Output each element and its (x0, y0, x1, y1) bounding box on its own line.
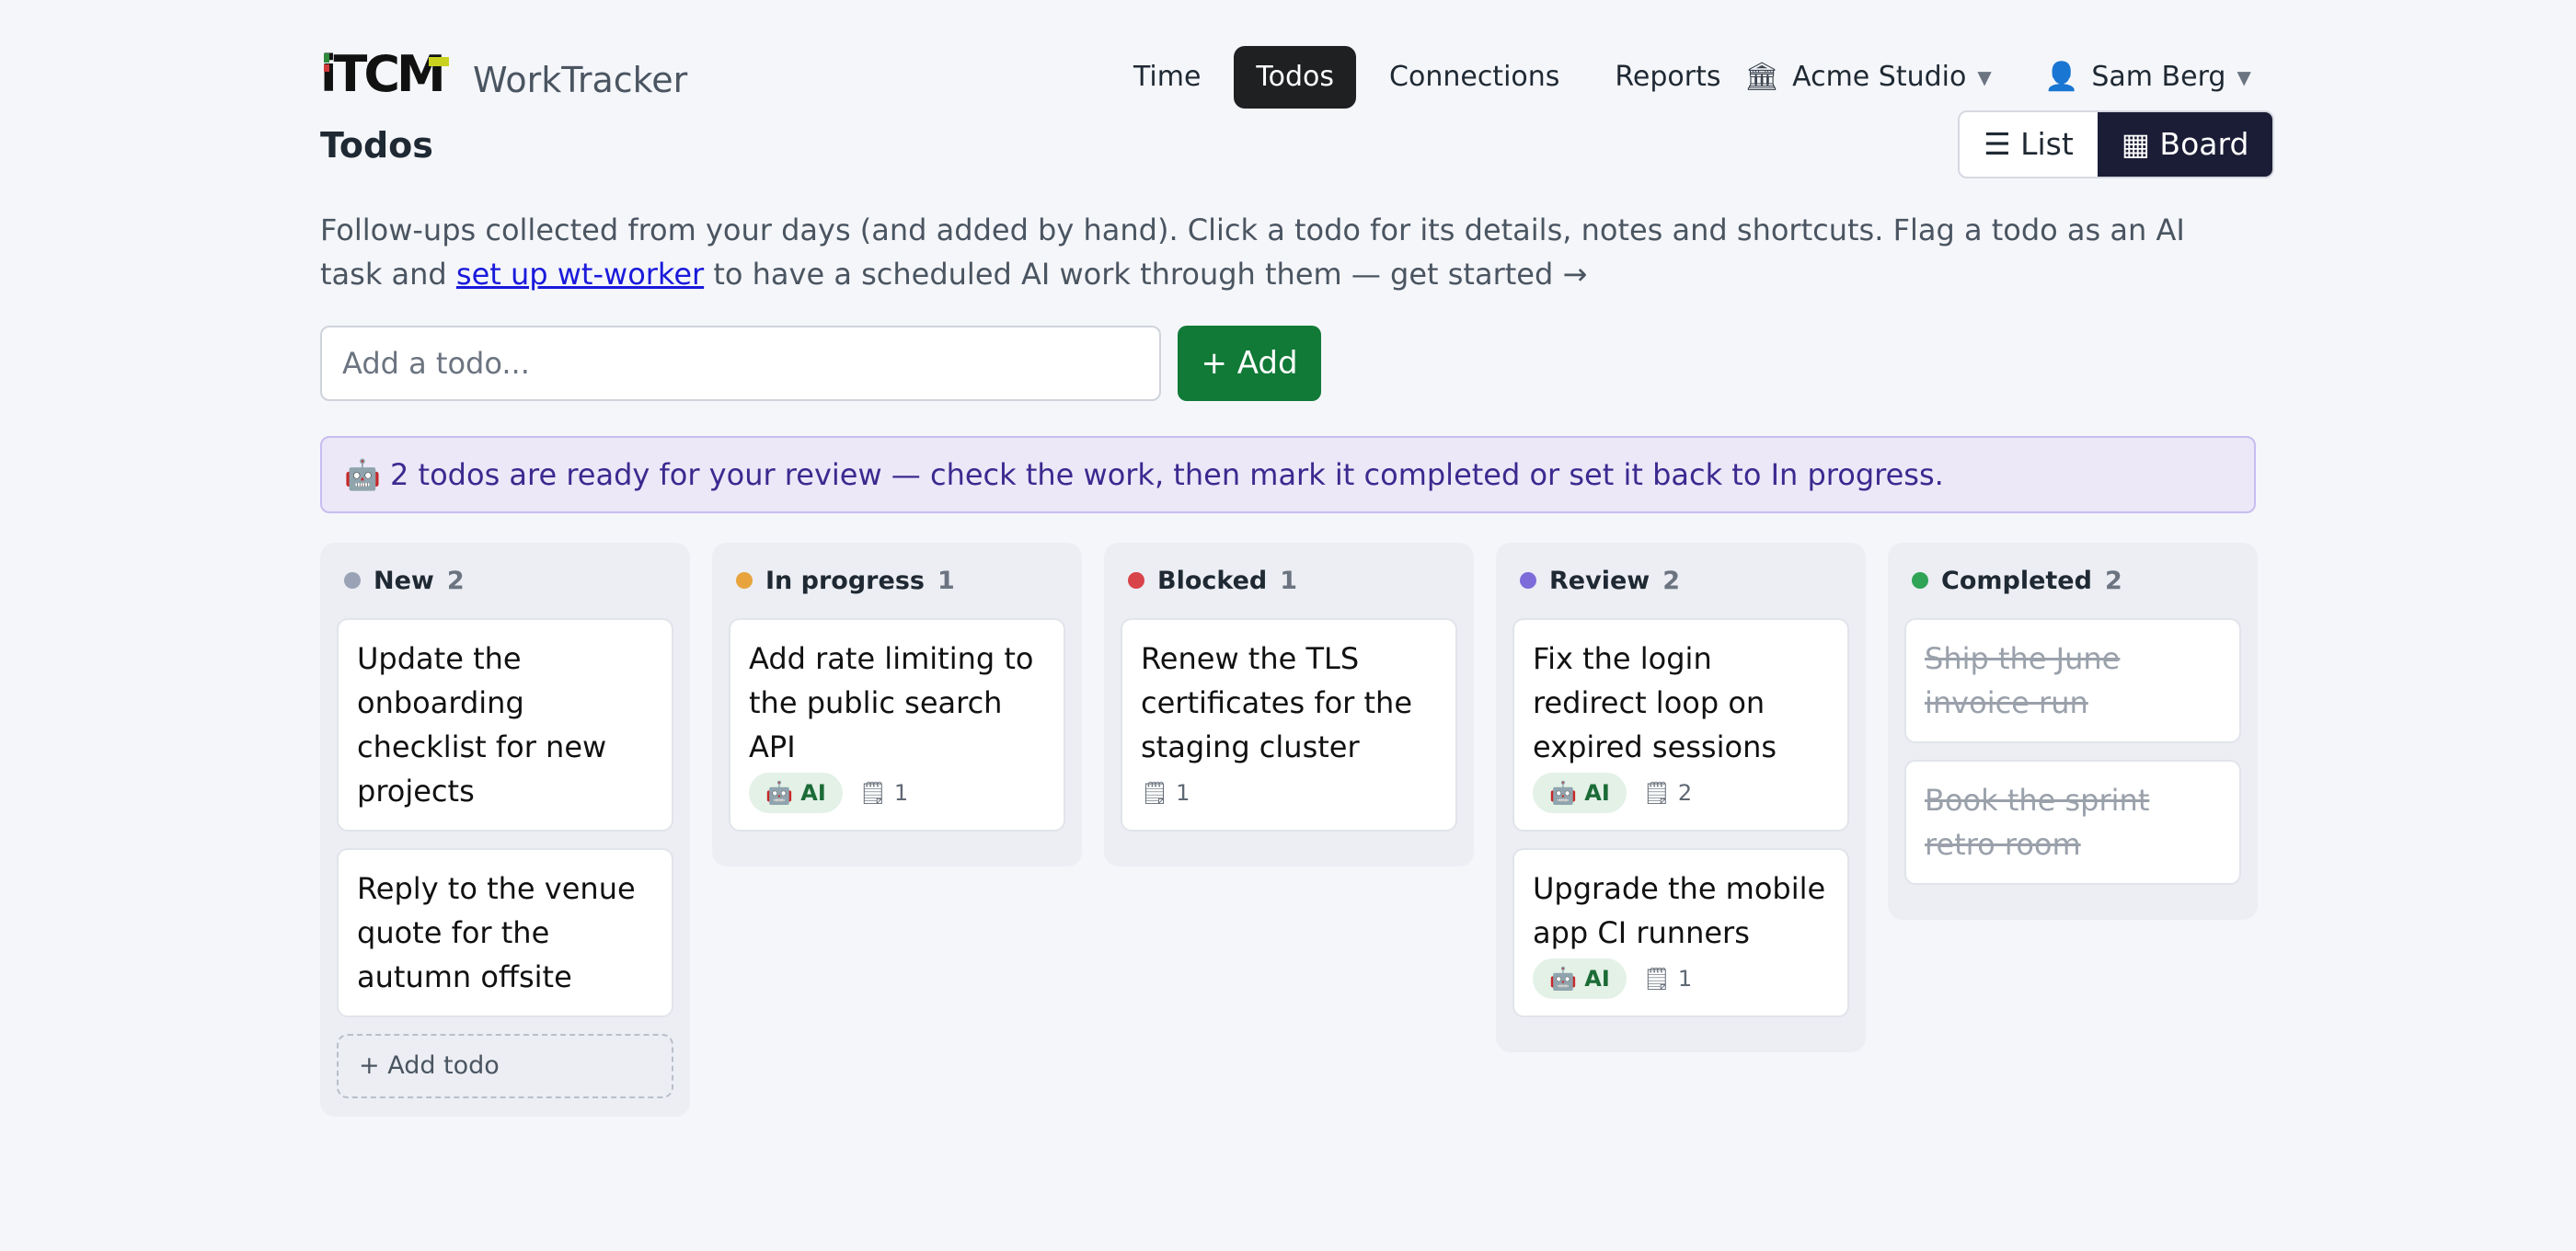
todo-title: Renew the TLS certificates for the stagi… (1141, 641, 1412, 764)
column-count: 2 (1662, 566, 1681, 595)
status-dot-icon (1520, 572, 1536, 589)
todo-title: Ship the June invoice run (1925, 641, 2121, 720)
notes-count: 🗒 1 (1141, 780, 1190, 806)
column-name: New (374, 566, 434, 595)
logo-text: iTCM (320, 45, 446, 103)
column-completed: Completed 2 Ship the June invoice run Book … (1888, 543, 2258, 920)
todo-card[interactable]: Update the onboarding checklist for new … (337, 618, 673, 832)
todo-meta: 🤖 AI 🗒 1 (1533, 958, 1829, 999)
column-new: New 2 Update the onboarding checklist for … (320, 543, 690, 1117)
todo-title: Upgrade the mobile app CI runners (1533, 871, 1826, 950)
column-count: 2 (446, 566, 465, 595)
intro-text: Follow-ups collected from your days (and… (320, 208, 2256, 296)
todo-card[interactable]: Fix the login redirect loop on expired s… (1512, 618, 1849, 832)
board-view-button[interactable]: ▦ Board (2097, 112, 2273, 177)
view-toggle: ☰ List ▦ Board (1958, 110, 2275, 178)
todo-card[interactable]: Add rate limiting to the public search A… (729, 618, 1065, 832)
column-review: Review 2 Fix the login redirect loop on ex… (1496, 543, 1866, 1052)
add-todo-row: + Add (320, 326, 1321, 401)
nav-connections[interactable]: Connections (1367, 46, 1581, 109)
column-name: In progress (765, 566, 925, 595)
org-name: Acme Studio (1792, 61, 1967, 93)
column-count: 2 (2104, 566, 2122, 595)
column-header: Blocked 1 (1121, 543, 1457, 618)
ai-badge: 🤖 AI (1533, 773, 1627, 813)
header: iTCM WorkTracker Time Todos Connections … (320, 45, 2256, 109)
todo-meta: 🗒 1 (1141, 773, 1437, 813)
intro-after: to have a scheduled AI work through them… (704, 257, 1588, 292)
todo-card[interactable]: Renew the TLS certificates for the stagi… (1121, 618, 1457, 832)
nav-todos[interactable]: Todos (1234, 46, 1357, 109)
user-menu[interactable]: 👤 Sam Berg ▼ (2044, 46, 2251, 109)
logo[interactable]: iTCM WorkTracker (320, 45, 687, 103)
notes-count: 🗒 1 (858, 780, 909, 806)
ai-badge: 🤖 AI (749, 773, 843, 813)
column-count: 1 (1280, 566, 1298, 595)
status-dot-icon (344, 572, 361, 589)
notes-count: 🗒 1 (1642, 966, 1693, 992)
user-icon: 👤 (2044, 61, 2079, 93)
add-button[interactable]: + Add (1178, 326, 1321, 401)
todo-card[interactable]: Ship the June invoice run (1904, 618, 2241, 743)
worker-setup-link[interactable]: set up wt-worker (456, 257, 704, 292)
column-header: Review 2 (1512, 543, 1849, 618)
todo-card[interactable]: Reply to the venue quote for the autumn … (337, 848, 673, 1017)
logo-accent-yellow (429, 57, 449, 66)
column-header: Completed 2 (1904, 543, 2241, 618)
nav-time[interactable]: Time (1111, 46, 1223, 109)
page-title: Todos (320, 125, 433, 166)
column-blocked: Blocked 1 Renew the TLS certificates for t… (1104, 543, 1474, 867)
logo-mark: iTCM (320, 45, 458, 103)
todo-meta: 🤖 AI 🗒 1 (749, 773, 1045, 813)
app: iTCM WorkTracker Time Todos Connections … (320, 0, 2275, 1251)
org-switcher[interactable]: 🏛 Acme Studio ▼ (1744, 46, 1992, 109)
column-header: New 2 (337, 543, 673, 618)
user-name: Sam Berg (2091, 61, 2226, 93)
status-dot-icon (736, 572, 753, 589)
column-name: Blocked (1157, 566, 1268, 595)
logo-accent-red (324, 64, 329, 72)
todo-card[interactable]: Upgrade the mobile app CI runners 🤖 AI 🗒 1 (1512, 848, 1849, 1017)
add-todo-button[interactable]: + Add todo (337, 1034, 673, 1098)
chevron-down-icon: ▼ (1977, 66, 1992, 88)
app-name: WorkTracker (473, 60, 688, 100)
nav-reports[interactable]: Reports (1593, 46, 1742, 109)
list-view-button[interactable]: ☰ List (1960, 112, 2098, 177)
column-name: Review (1549, 566, 1650, 595)
todo-title: Fix the login redirect loop on expired s… (1533, 641, 1777, 764)
status-dot-icon (1128, 572, 1144, 589)
status-dot-icon (1912, 572, 1928, 589)
logo-accent-green (324, 53, 329, 63)
todo-meta: 🤖 AI 🗒 2 (1533, 773, 1829, 813)
ai-badge: 🤖 AI (1533, 958, 1627, 999)
todo-title: Book the sprint retro room (1925, 783, 2150, 862)
chevron-down-icon: ▼ (2237, 66, 2251, 88)
column-header: In progress 1 (729, 543, 1065, 618)
main-nav: Time Todos Connections Reports (1111, 46, 1754, 109)
todo-title: Reply to the venue quote for the autumn … (357, 871, 636, 994)
building-icon: 🏛 (1744, 61, 1780, 93)
notes-count: 🗒 2 (1642, 780, 1693, 806)
add-todo-input[interactable] (320, 326, 1161, 401)
column-name: Completed (1941, 566, 2092, 595)
todo-card[interactable]: Book the sprint retro room (1904, 760, 2241, 885)
column-count: 1 (937, 566, 955, 595)
todo-title: Add rate limiting to the public search A… (749, 641, 1034, 764)
review-banner: 🤖 2 todos are ready for your review — ch… (320, 436, 2256, 513)
todo-title: Update the onboarding checklist for new … (357, 641, 607, 809)
column-in-progress: In progress 1 Add rate limiting to the pub… (712, 543, 1082, 867)
